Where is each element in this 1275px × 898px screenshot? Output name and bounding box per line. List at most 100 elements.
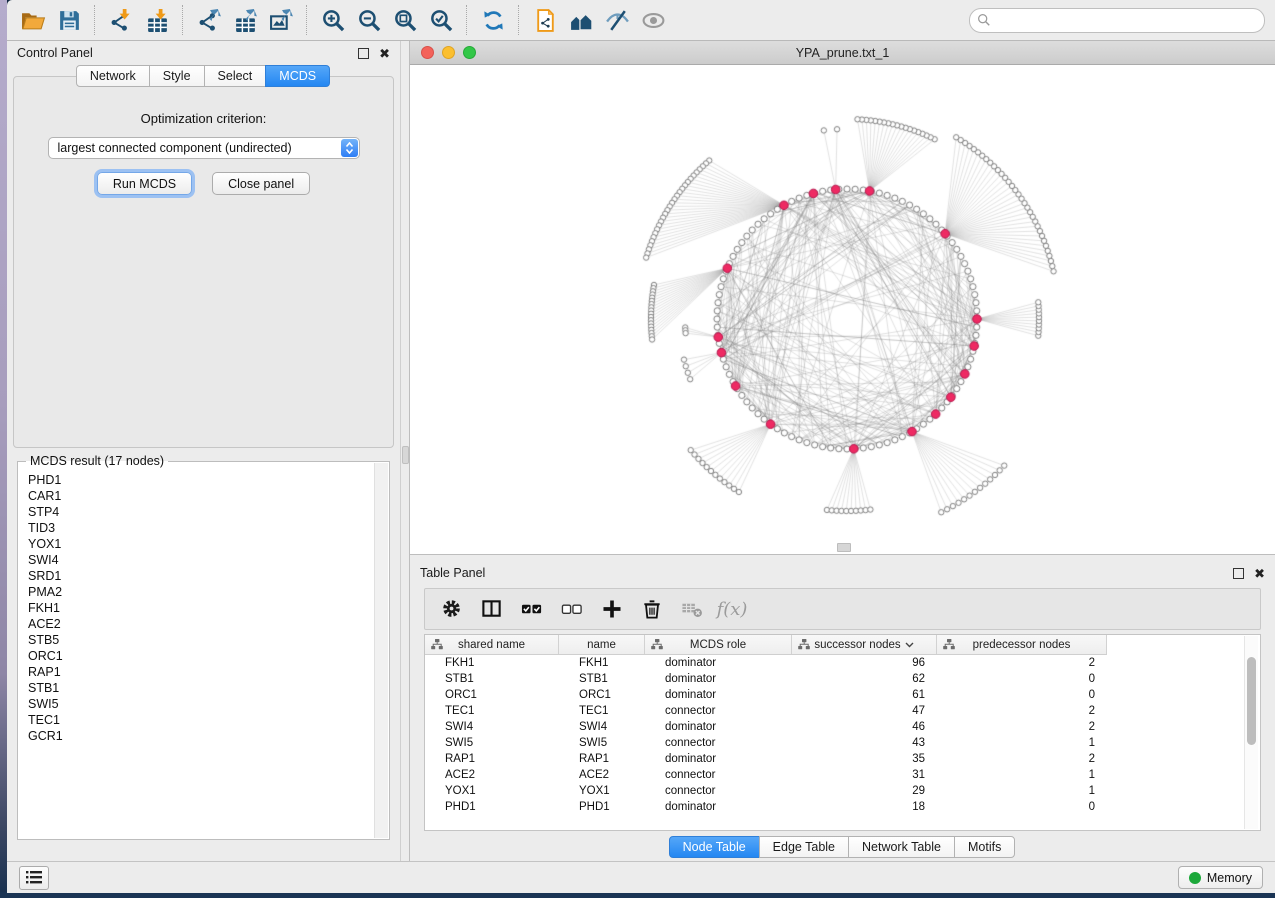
apply-layout-button[interactable] [475,4,511,36]
run-mcds-button[interactable]: Run MCDS [97,172,192,195]
mcds-result-list[interactable]: PHD1CAR1STP4TID3YOX1SWI4SRD1PMA2FKH1ACE2… [18,462,389,744]
cell: dominator [645,689,792,701]
cell: 1 [937,785,1107,797]
mcds-result-item[interactable]: SWI4 [28,552,389,568]
mcds-result-scrollbar[interactable] [374,463,388,838]
table-row[interactable]: FKH1FKH1dominator962 [425,655,1107,671]
memory-button[interactable]: Memory [1178,866,1263,889]
table-row[interactable]: RAP1RAP1dominator352 [425,751,1107,767]
header-MCDS-role[interactable]: MCDS role [645,635,792,654]
tab-edge-table[interactable]: Edge Table [759,836,849,858]
mcds-result-item[interactable]: RAP1 [28,664,389,680]
hide-details-icon [605,8,630,33]
table-row[interactable]: TEC1TEC1connector472 [425,703,1107,719]
table-row[interactable]: PHD1PHD1dominator180 [425,799,1107,815]
table-row[interactable]: YOX1YOX1connector291 [425,783,1107,799]
column-layout-icon [481,598,503,620]
minimize-window-button[interactable] [442,46,455,59]
table-row[interactable]: ACE2ACE2connector311 [425,767,1107,783]
table-scrollbar[interactable] [1244,636,1258,829]
show-details-button[interactable] [635,4,671,36]
unselect-all-icon [561,598,583,620]
tab-network-table[interactable]: Network Table [848,836,955,858]
close-panel-button[interactable]: Close panel [212,172,310,195]
vertical-splitter[interactable] [400,41,410,861]
mcds-result-item[interactable]: TEC1 [28,712,389,728]
mcds-result-item[interactable]: STP4 [28,504,389,520]
add-column-button[interactable] [595,593,629,625]
import-network-button[interactable] [103,4,139,36]
close-panel-icon-button[interactable]: ✖ [379,49,390,58]
header-successor-nodes[interactable]: successor nodes [792,635,937,654]
zoom-out-icon [357,8,382,33]
column-layout-button[interactable] [475,593,509,625]
mcds-result-item[interactable]: GCR1 [28,728,389,744]
close-table-panel-button[interactable]: ✖ [1254,569,1265,578]
save-session-icon [57,8,82,33]
mcds-result-item[interactable]: STB1 [28,680,389,696]
network-canvas[interactable] [410,65,1274,553]
mcds-result-item[interactable]: SRD1 [28,568,389,584]
float-table-panel-button[interactable] [1233,568,1244,579]
task-history-button[interactable] [19,866,49,890]
horizontal-splitter-grip[interactable] [837,543,851,552]
close-window-button[interactable] [421,46,434,59]
mcds-result-item[interactable]: CAR1 [28,488,389,504]
zoom-fit-button[interactable] [387,4,423,36]
header-name[interactable]: name [559,635,645,654]
share-network-button[interactable] [527,4,563,36]
export-image-button[interactable] [263,4,299,36]
first-neighbors-button[interactable] [563,4,599,36]
tab-node-table[interactable]: Node Table [669,836,760,858]
cell: dominator [645,673,792,685]
list-icon [26,871,42,884]
tab-style[interactable]: Style [149,65,205,87]
table-row[interactable]: STB1STB1dominator620 [425,671,1107,687]
status-bar: Memory [7,861,1275,893]
mcds-result-item[interactable]: STB5 [28,632,389,648]
mcds-result-item[interactable]: PHD1 [28,472,389,488]
table-header: shared namenameMCDS rolesuccessor nodesp… [425,635,1107,655]
export-network-button[interactable] [191,4,227,36]
table-row[interactable]: SWI5SWI5connector431 [425,735,1107,751]
mcds-result-item[interactable]: TID3 [28,520,389,536]
hide-details-button[interactable] [599,4,635,36]
tab-network[interactable]: Network [76,65,150,87]
tab-motifs[interactable]: Motifs [954,836,1015,858]
tab-select[interactable]: Select [204,65,267,87]
cell: 18 [792,801,937,813]
tab-mcds[interactable]: MCDS [265,65,330,87]
search-box[interactable] [969,8,1265,33]
save-session-button[interactable] [51,4,87,36]
cell: YOX1 [425,785,559,797]
attribute-settings-button[interactable] [435,593,469,625]
table-row[interactable]: SWI4SWI4dominator462 [425,719,1107,735]
zoom-selected-button[interactable] [423,4,459,36]
table-row[interactable]: ORC1ORC1dominator610 [425,687,1107,703]
mcds-result-item[interactable]: FKH1 [28,600,389,616]
optimization-criterion-select[interactable]: largest connected component (undirected) [48,137,360,159]
zoom-in-button[interactable] [315,4,351,36]
mcds-result-item[interactable]: SWI5 [28,696,389,712]
header-shared-name[interactable]: shared name [425,635,559,654]
select-all-button[interactable] [515,593,549,625]
mcds-result-item[interactable]: ACE2 [28,616,389,632]
maximize-window-button[interactable] [463,46,476,59]
export-table-button[interactable] [227,4,263,36]
mcds-result-item[interactable]: PMA2 [28,584,389,600]
search-input[interactable] [991,10,1264,30]
float-panel-button[interactable] [358,48,369,59]
mcds-result-item[interactable]: ORC1 [28,648,389,664]
mcds-result-item[interactable]: YOX1 [28,536,389,552]
app-window: Control Panel ✖ NetworkStyleSelectMCDS O… [7,0,1275,893]
splitter-grip[interactable] [402,446,409,464]
unselect-all-button[interactable] [555,593,589,625]
import-table-button[interactable] [139,4,175,36]
zoom-out-button[interactable] [351,4,387,36]
table-scrollbar-thumb[interactable] [1247,657,1256,745]
delete-column-button[interactable] [635,593,669,625]
zoom-in-icon [321,8,346,33]
table-toolbar: f(x) [424,588,1261,630]
open-session-button[interactable] [15,4,51,36]
header-predecessor-nodes[interactable]: predecessor nodes [937,635,1107,654]
